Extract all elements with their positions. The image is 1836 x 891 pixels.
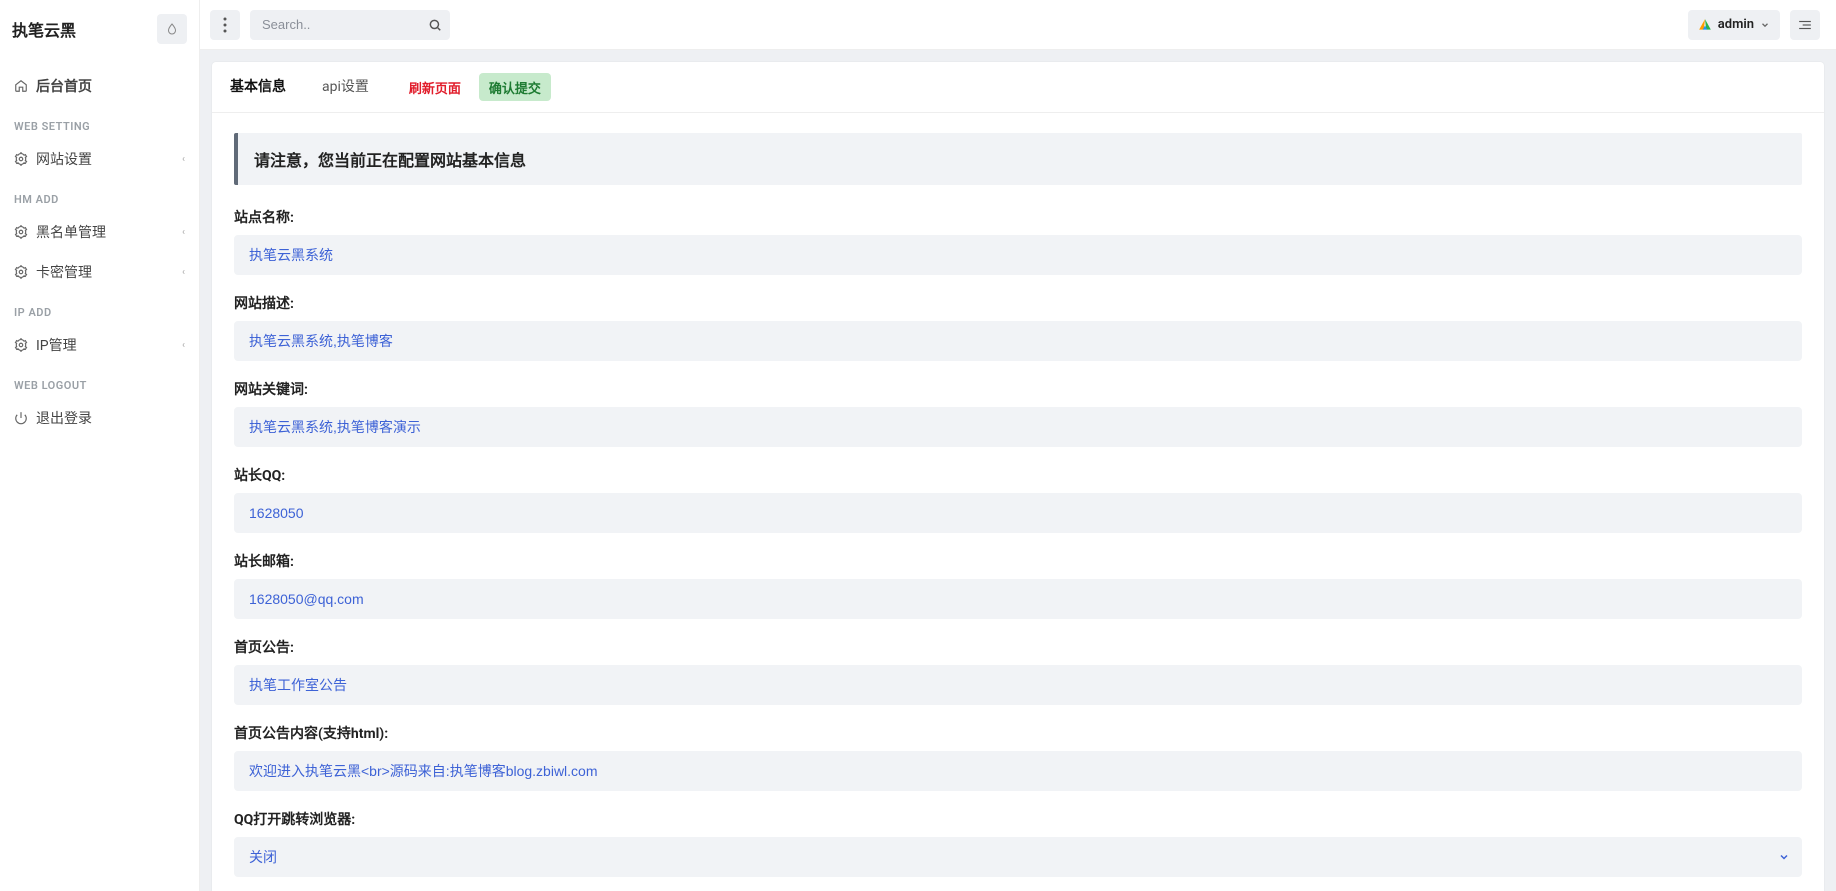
form-input[interactable] [234, 751, 1802, 791]
power-icon [14, 411, 28, 425]
nav-item-blacklist[interactable]: 黑名单管理 ‹ [0, 212, 199, 252]
chevron-left-icon: ‹ [182, 154, 185, 165]
panel-body: 请注意，您当前正在配置网站基本信息 站点名称:网站描述:网站关键词:站长QQ:站… [212, 113, 1824, 891]
form-label: 首页公告: [234, 637, 1802, 657]
nav-item-ip[interactable]: IP管理 ‹ [0, 325, 199, 365]
form-label: 站点名称: [234, 207, 1802, 227]
form-group: 网站描述: [234, 293, 1802, 361]
form-label: 站长QQ: [234, 465, 1802, 485]
panel-right-icon [1798, 19, 1812, 31]
form-input[interactable] [234, 579, 1802, 619]
user-name: admin [1718, 17, 1754, 32]
tab-basic-info[interactable]: 基本信息 [212, 62, 304, 112]
form-label: 网站描述: [234, 293, 1802, 313]
chevron-down-icon [1760, 20, 1770, 30]
nav-home[interactable]: 后台首页 [0, 66, 199, 106]
form-group: 网站关键词: [234, 379, 1802, 447]
search-input[interactable] [250, 10, 450, 40]
nav-item-label: 退出登录 [36, 408, 92, 428]
brand-title: 执笔云黑 [12, 17, 76, 41]
form-label: 首页公告内容(支持html): [234, 723, 1802, 743]
nav-item-site-settings[interactable]: 网站设置 ‹ [0, 139, 199, 179]
settings-card: 基本信息 api设置 刷新页面 确认提交 请注意，您当前正在配置网站基本信息 站… [212, 62, 1824, 891]
nav-section-hm-add: HM ADD [0, 179, 199, 212]
nav-home-label: 后台首页 [36, 76, 92, 96]
tabs: 基本信息 api设置 刷新页面 确认提交 [212, 62, 1824, 113]
nav-item-label: 网站设置 [36, 149, 92, 169]
form-group: 站点名称: [234, 207, 1802, 275]
tab-api-settings[interactable]: api设置 [304, 62, 387, 112]
nav-item-label: 卡密管理 [36, 262, 92, 282]
sidebar-header: 执笔云黑 [0, 0, 199, 58]
form-input[interactable] [234, 235, 1802, 275]
sidebar-nav: 后台首页 WEB SETTING 网站设置 ‹ HM ADD 黑名单管理 ‹ 卡… [0, 58, 199, 446]
form-group: QQ打开跳转浏览器: 关闭 [234, 809, 1802, 877]
right-panel-toggle[interactable] [1790, 10, 1820, 40]
form-select[interactable]: 关闭 [234, 837, 1802, 877]
tab-actions: 刷新页面 确认提交 [387, 62, 563, 112]
gear-icon [14, 152, 28, 166]
chevron-left-icon: ‹ [182, 227, 185, 238]
gear-icon [14, 265, 28, 279]
form-input[interactable] [234, 321, 1802, 361]
form-input[interactable] [234, 665, 1802, 705]
form-group: 站长邮箱: [234, 551, 1802, 619]
form-group: 站长QQ: [234, 465, 1802, 533]
search-icon [428, 18, 442, 32]
nav-item-label: IP管理 [36, 335, 77, 355]
form-group: 首页公告: [234, 637, 1802, 705]
nav-item-card-keys[interactable]: 卡密管理 ‹ [0, 252, 199, 292]
form-label: QQ打开跳转浏览器: [234, 809, 1802, 829]
nav-section-web-setting: WEB SETTING [0, 106, 199, 139]
notice-banner: 请注意，您当前正在配置网站基本信息 [234, 133, 1802, 185]
menu-toggle-button[interactable] [210, 10, 240, 40]
search-wrap [250, 10, 450, 40]
sidebar: 执笔云黑 后台首页 WEB SETTING 网站设置 ‹ HM ADD [0, 0, 200, 891]
submit-button[interactable]: 确认提交 [479, 73, 551, 101]
form-input[interactable] [234, 407, 1802, 447]
nav-item-logout[interactable]: 退出登录 [0, 398, 199, 438]
brand-logo-icon [1698, 18, 1712, 32]
more-vertical-icon [223, 17, 227, 33]
droplet-icon [166, 22, 178, 36]
nav-item-label: 黑名单管理 [36, 222, 106, 242]
chevron-left-icon: ‹ [182, 340, 185, 351]
form-input[interactable] [234, 493, 1802, 533]
form-select-wrap: 关闭 [234, 837, 1802, 877]
content: 基本信息 api设置 刷新页面 确认提交 请注意，您当前正在配置网站基本信息 站… [200, 50, 1836, 891]
theme-toggle-button[interactable] [157, 14, 187, 44]
chevron-left-icon: ‹ [182, 267, 185, 278]
main: admin 基本信息 api设置 刷新页面 确认提交 请注意，您当前正在配置网站… [200, 0, 1836, 891]
form-label: 网站关键词: [234, 379, 1802, 399]
gear-icon [14, 338, 28, 352]
nav-section-ip-add: IP ADD [0, 292, 199, 325]
form-label: 站长邮箱: [234, 551, 1802, 571]
refresh-button[interactable]: 刷新页面 [399, 73, 471, 101]
topbar: admin [200, 0, 1836, 50]
settings-form: 站点名称: 网站描述: 网站关键词: 站长QQ: 站长邮箱: 首页公告: 首页公告内容(支持… [234, 207, 1802, 891]
user-menu[interactable]: admin [1688, 10, 1780, 40]
gear-icon [14, 225, 28, 239]
home-icon [14, 79, 28, 93]
form-group: 首页公告内容(支持html): [234, 723, 1802, 791]
nav-section-logout: WEB LOGOUT [0, 365, 199, 398]
